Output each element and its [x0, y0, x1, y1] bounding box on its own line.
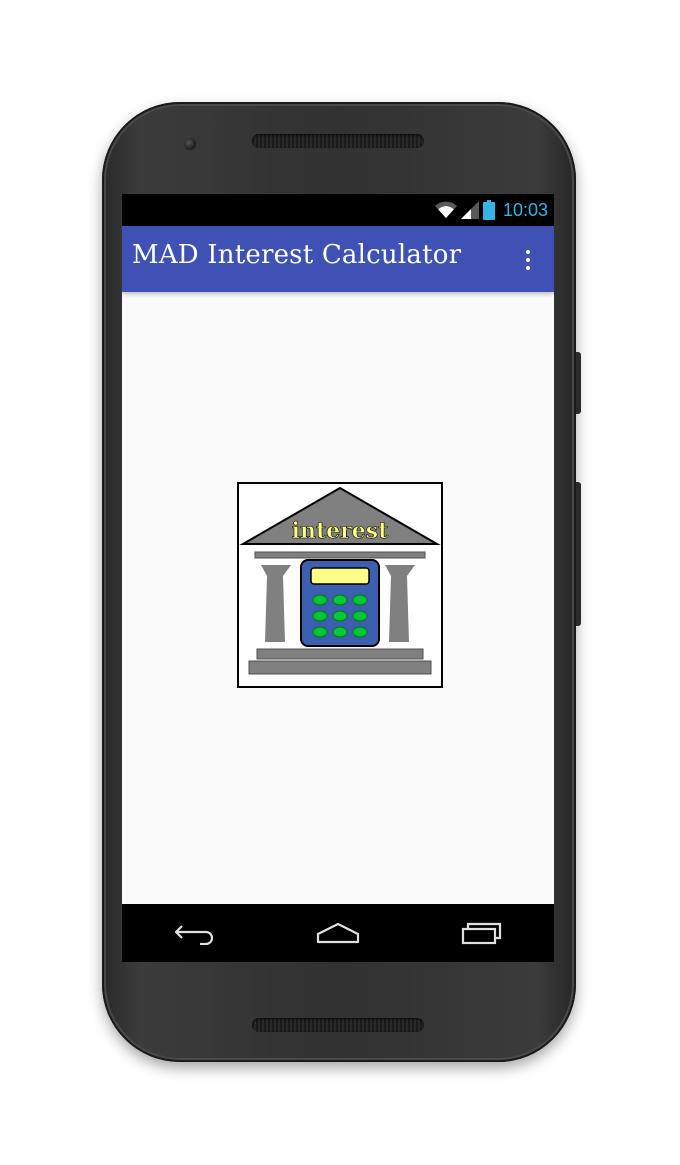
status-bar: 10:03 [122, 194, 554, 226]
front-camera [184, 138, 196, 150]
app-bar: MAD Interest Calculator [122, 226, 554, 292]
overflow-menu-icon[interactable] [516, 246, 540, 274]
signal-icon [460, 201, 479, 219]
main-content: interest [122, 292, 554, 904]
screen: 10:03 MAD Interest Calculator interest [122, 194, 554, 962]
logo-label: interest [292, 518, 389, 544]
app-logo: interest [237, 482, 443, 688]
recents-button[interactable] [452, 913, 512, 953]
home-icon [316, 922, 360, 944]
volume-button [576, 482, 581, 626]
back-icon [174, 925, 214, 945]
app-title: MAD Interest Calculator [132, 240, 462, 270]
top-speaker [252, 134, 424, 148]
bottom-speaker [252, 1018, 424, 1032]
status-time: 10:03 [502, 199, 548, 220]
power-button [576, 352, 581, 414]
battery-icon [482, 200, 495, 220]
calculator-icon [300, 559, 380, 647]
back-button[interactable] [164, 913, 224, 953]
home-button[interactable] [308, 913, 368, 953]
navigation-bar [122, 904, 554, 962]
phone-frame: 10:03 MAD Interest Calculator interest [102, 102, 581, 1062]
wifi-icon [434, 201, 457, 218]
recents-icon [461, 922, 502, 945]
